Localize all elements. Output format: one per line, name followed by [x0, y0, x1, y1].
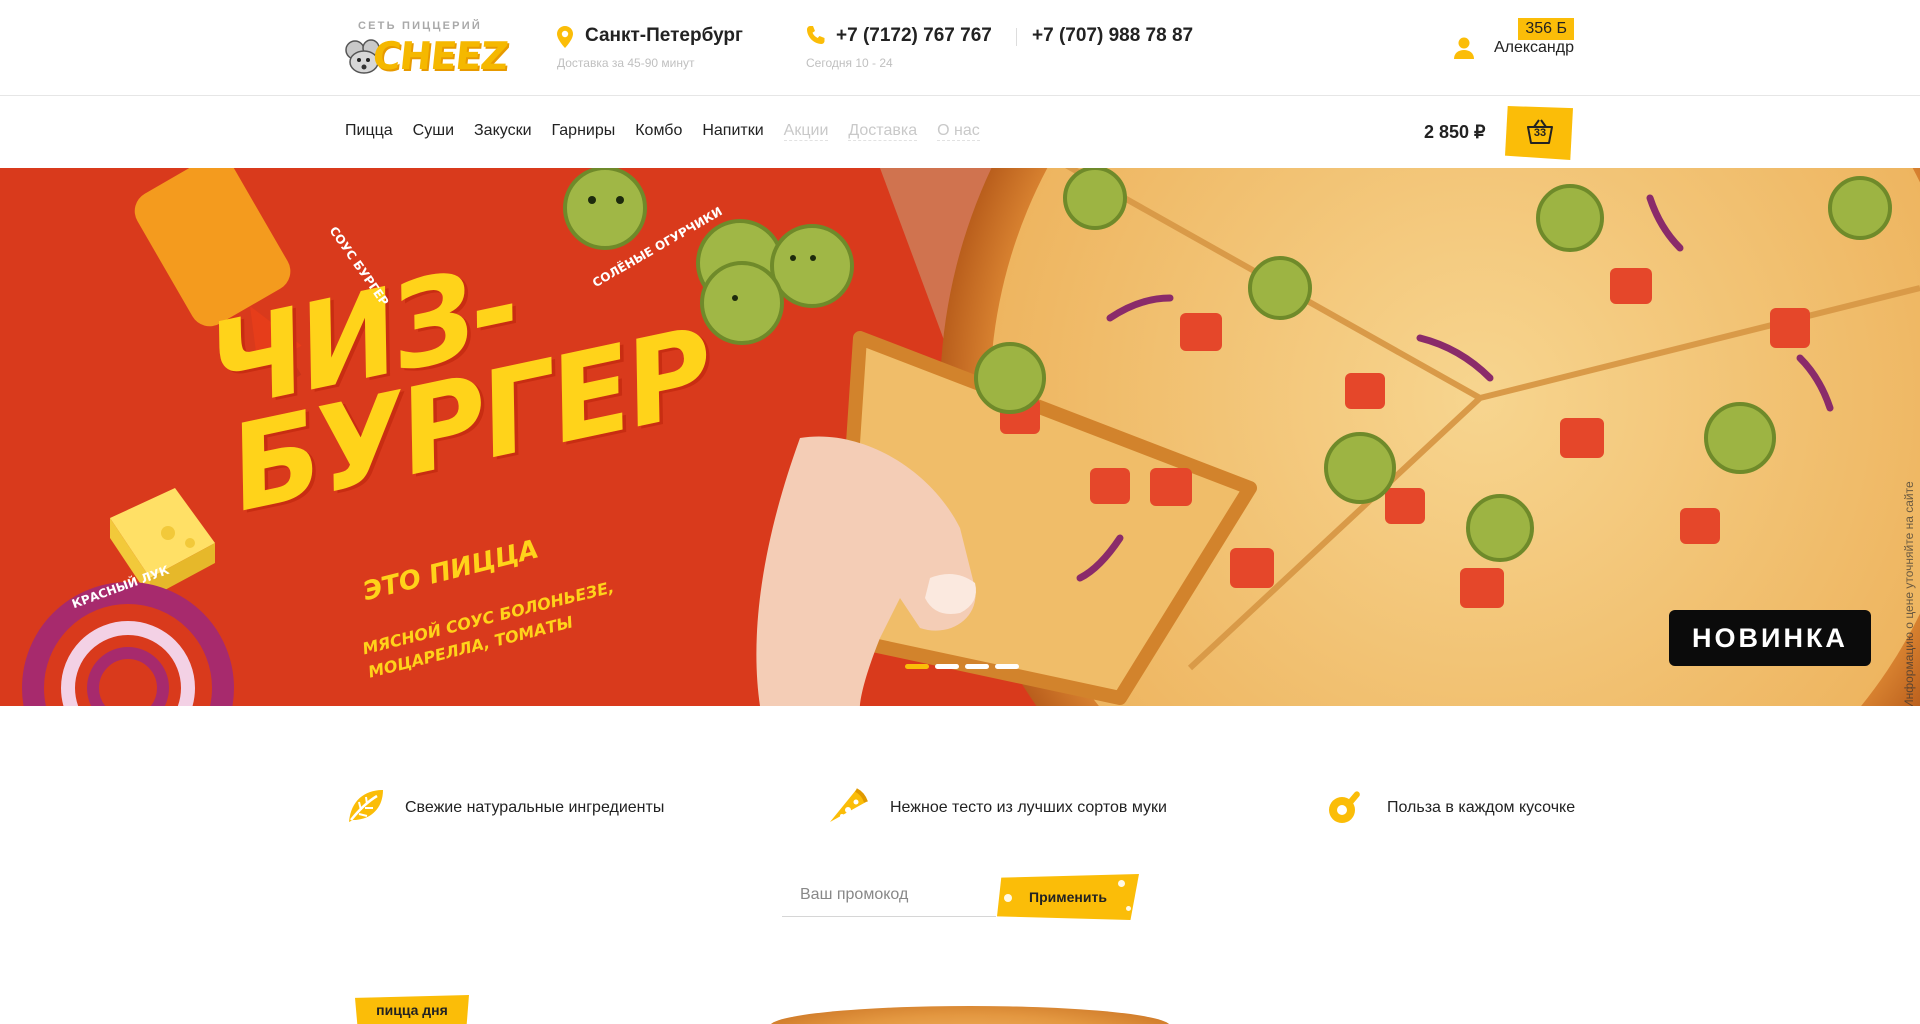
main-nav: Пицца Суши Закуски Гарниры Комбо Напитки… — [0, 96, 1920, 168]
phone-secondary[interactable]: +7 (707) 988 78 87 — [1032, 25, 1193, 47]
hero-banner[interactable]: ЧИЗ- БУРГЕР ЭТО ПИЦЦА МЯСНОЙ СОУС БОЛОНЬ… — [0, 168, 1920, 706]
pizza-of-the-day-image[interactable] — [770, 1006, 1170, 1024]
user-name[interactable]: Александр — [1494, 39, 1574, 57]
feature-text: Нежное тесто из лучших сортов муки — [890, 799, 1167, 816]
pizza-slice-icon — [830, 788, 868, 822]
phone-icon — [807, 26, 825, 44]
phone-primary[interactable]: +7 (7172) 767 767 — [836, 25, 992, 47]
city-name[interactable]: Санкт-Петербург — [585, 25, 743, 47]
nav-item-pizza[interactable]: Пицца — [345, 122, 393, 141]
nav-item-combo[interactable]: Комбо — [635, 122, 682, 141]
nav-item-promotions[interactable]: Акции — [783, 122, 829, 141]
nav-item-sushi[interactable]: Суши — [413, 122, 454, 141]
new-badge: НОВИНКА — [1669, 610, 1871, 666]
top-header: СЕТЬ ПИЦЦЕРИЙ CHEEZ Санкт-Петербург Дост… — [0, 0, 1920, 96]
cart-button[interactable]: 33 — [1505, 106, 1573, 160]
nav-menu: Пицца Суши Закуски Гарниры Комбо Напитки… — [345, 122, 1000, 141]
pizza-cutter-icon — [1329, 791, 1360, 823]
delivery-time-note: Доставка за 45-90 минут — [557, 56, 695, 70]
cheese-hole-decoration — [1004, 894, 1012, 902]
pizza-of-the-day-label: пицца дня — [355, 995, 469, 1024]
promo-code-input[interactable] — [782, 873, 996, 917]
price-disclaimer: Информацию о цене уточняйте на сайте — [1902, 481, 1916, 706]
logo[interactable]: СЕТЬ ПИЦЦЕРИЙ CHEEZ — [345, 18, 509, 78]
cheese-hole-decoration — [1118, 880, 1125, 887]
leaf-icon — [349, 790, 383, 822]
user-icon — [1454, 37, 1474, 59]
nav-item-snacks[interactable]: Закуски — [474, 122, 532, 141]
working-hours: Сегодня 10 - 24 — [806, 56, 893, 70]
slider-dot-2[interactable] — [935, 664, 959, 669]
feature-text: Польза в каждом кусочке — [1387, 799, 1576, 816]
slider-dots — [905, 664, 1019, 669]
logo-caption: СЕТЬ ПИЦЦЕРИЙ — [358, 20, 482, 32]
slider-dot-1[interactable] — [905, 664, 929, 669]
cart-count: 33 — [1533, 127, 1547, 139]
feature-text: Свежие натуральные ингредиенты — [405, 799, 665, 816]
cheese-hole-decoration — [1126, 906, 1131, 911]
nav-item-about[interactable]: О нас — [937, 122, 980, 141]
user-account[interactable]: 356 Б Александр — [1454, 18, 1574, 62]
bonus-badge: 356 Б — [1518, 18, 1574, 40]
slider-dot-3[interactable] — [965, 664, 989, 669]
nav-item-sides[interactable]: Гарниры — [552, 122, 616, 141]
nav-item-drinks[interactable]: Напитки — [702, 122, 763, 141]
logo-wordmark: CHEEZ — [370, 34, 510, 78]
phone-divider — [1016, 28, 1017, 46]
location-pin-icon — [557, 26, 573, 48]
cart-total[interactable]: 2 850 ₽ — [1424, 122, 1486, 143]
slider-dot-4[interactable] — [995, 664, 1019, 669]
nav-item-delivery[interactable]: Доставка — [848, 122, 918, 141]
